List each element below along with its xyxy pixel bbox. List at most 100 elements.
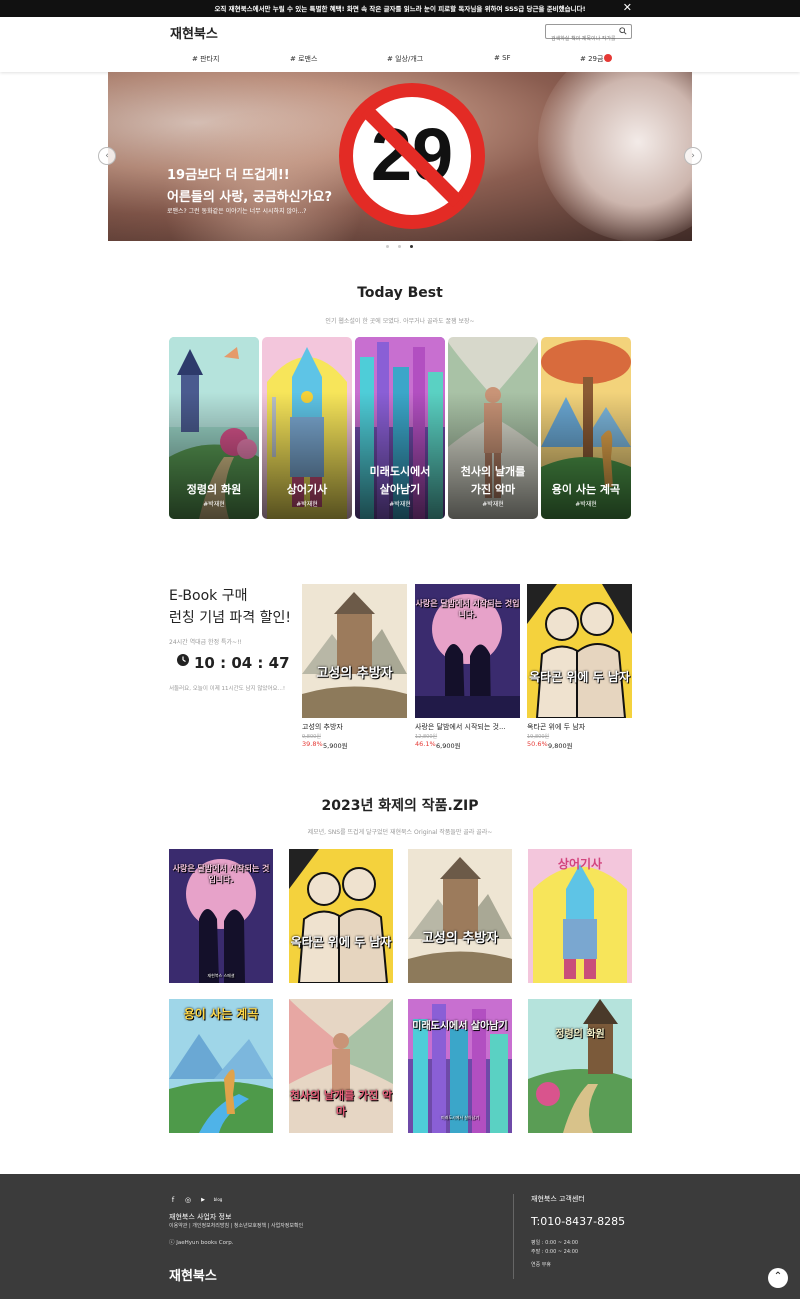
tab-29[interactable]: # 29금: [580, 54, 613, 64]
hours-weekend: 주말 : 0:00 ~ 24:00: [531, 1249, 579, 1255]
clock-icon: [177, 654, 189, 666]
card-author: #박재현: [575, 501, 597, 508]
search-box: [545, 24, 632, 45]
ebook-card-octagon[interactable]: 옥타곤 위에 두 남자 옥타곤 위에 두 남자 19,800원 50.6% 9,…: [527, 584, 632, 750]
card-title: 용이 사는 계곡: [551, 483, 621, 496]
footer-links[interactable]: 이용약관 | 개인정보처리방침 | 청소년보호정책 | 사업자정보확인: [169, 1222, 303, 1229]
tab-sf[interactable]: # SF: [494, 54, 511, 62]
site-logo[interactable]: 재현북스: [170, 23, 218, 42]
tab-fantasy[interactable]: # 판타지: [192, 54, 219, 64]
hero-next-button[interactable]: ›: [684, 147, 702, 165]
cover-title: 사랑은 달밤에서 시작되는 것입니다.: [415, 599, 520, 619]
holiday-info: 연중 무휴: [531, 1262, 551, 1268]
book-cover: 사랑은 달밤에서 시작되는 것입니다.: [415, 584, 520, 718]
cover-title: 옥타곤 위에 두 남자: [290, 935, 392, 949]
cover-title: 미래도시에서 살아남기: [412, 1021, 508, 1032]
today-best-title: Today Best: [357, 285, 443, 301]
hero-headline-1: 19금보다 더 뜨겁게!!: [167, 168, 290, 183]
slide-dot-active[interactable]: [410, 245, 413, 248]
original-price: 9,800원: [302, 734, 321, 740]
hot-book-spirit-garden[interactable]: 정령의 화원: [528, 999, 632, 1133]
card-title: 정령의 화원: [186, 483, 242, 496]
book-cover: 옥타곤 위에 두 남자: [527, 584, 632, 718]
notice-message: 오직 재현북스에서만 누릴 수 있는 특별한 혜택! 화면 속 작은 글자를 읽…: [214, 5, 586, 13]
blog-icon[interactable]: blog: [212, 1195, 224, 1205]
cover-title: 옥타곤 위에 두 남자: [529, 670, 630, 684]
ebook-card-castle-exile[interactable]: 고성의 추방자 고성의 추방자 9,800원 39.8% 5,900원: [302, 584, 407, 750]
best-card-dragon-valley[interactable]: 용이 사는 계곡 #박재현: [541, 337, 631, 519]
adult-badge-icon: [604, 54, 613, 62]
card-author: #박재현: [482, 501, 504, 508]
tab-29-label: # 29금: [580, 55, 604, 63]
card-title: 미래도시에서: [369, 465, 431, 478]
book-name: 사랑은 달밤에서 시작되는 것...: [415, 723, 506, 731]
best-card-angel-devil[interactable]: 천사의 날개를 가진 악마 #박재현: [448, 337, 538, 519]
hot-book-octagon[interactable]: 옥타곤 위에 두 남자: [289, 849, 393, 983]
ebook-card-moonlight-love[interactable]: 사랑은 달밤에서 시작되는 것입니다. 사랑은 달밤에서 시작되는 것... 1…: [415, 584, 520, 750]
hero-headline-2: 어른들의 사랑, 궁금하신가요?: [167, 190, 333, 205]
cover-title: 정령의 화원: [555, 1029, 605, 1040]
cover-title: 고성의 추방자: [316, 666, 393, 681]
best-card-spirit-garden[interactable]: 정령의 화원 #박재현: [169, 337, 259, 519]
instagram-icon[interactable]: ◎: [183, 1195, 193, 1205]
today-best-subtitle: 인기 웹소설이 한 곳에 모였다. 아무거나 골라도 꿀잼 보장~: [325, 318, 475, 325]
card-author: #박재현: [296, 501, 318, 508]
cover-title: 사랑은 달밤에서 시작되는 것입니다.: [172, 864, 270, 884]
card-title-line2: 가진 악마: [470, 483, 516, 496]
hot-book-dragon-valley[interactable]: 용이 사는 계곡: [169, 999, 273, 1133]
sale-price: 9,800원: [548, 742, 573, 750]
ebook-subtitle: 24시간 역대급 한정 특가~!!: [169, 639, 242, 646]
slide-dot[interactable]: [398, 245, 401, 248]
genre-nav: # 판타지 # 로맨스 # 일상/개그 # SF # 29금: [170, 54, 632, 66]
ebook-heading-2: 런칭 기념 파격 할인!: [169, 610, 292, 626]
cover-tag: 재현북스 스페셜: [207, 973, 235, 978]
search-icon[interactable]: [619, 27, 627, 35]
hot-book-future-city[interactable]: 미래도시에서 살아남기 미래도시에서 살아남기: [408, 999, 512, 1133]
sale-price: 5,900원: [323, 742, 348, 750]
ebook-note: 서둘러요, 오늘이 이제 11시간도 남지 않았어요...!: [169, 686, 286, 692]
slide-dot[interactable]: [386, 245, 389, 248]
card-author: #박재현: [203, 501, 225, 508]
hero-subtext: 로맨스? 그런 동화같은 이야기는 너무 시시하지 않아...?: [167, 208, 307, 215]
cover-title: 고성의 추방자: [421, 931, 499, 946]
book-name: 옥타곤 위에 두 남자: [527, 723, 586, 731]
footer-logo: 재현북스: [169, 1269, 217, 1284]
cover-title: 용이 사는 계곡: [183, 1007, 259, 1021]
footer-divider: [513, 1194, 514, 1279]
discount-rate: 39.8%: [302, 740, 323, 748]
facebook-icon[interactable]: f: [168, 1195, 178, 1205]
tab-daily-comedy[interactable]: # 일상/개그: [387, 54, 423, 64]
copyright: ⓒ JaeHyun books Corp.: [169, 1240, 234, 1246]
hours-weekday: 평일 : 0:00 ~ 24:00: [531, 1240, 579, 1246]
search-input[interactable]: [546, 33, 616, 45]
hot-works-title: 2023년 화제의 작품.ZIP: [321, 798, 479, 814]
hot-book-moonlight-love[interactable]: 사랑은 달밤에서 시작되는 것입니다. 재현북스 스페셜: [169, 849, 273, 983]
no-29-sign-icon: 29: [339, 83, 485, 229]
close-icon[interactable]: ✕: [623, 1, 632, 15]
cover-title: 천사의 날개를 가진 악마: [289, 1089, 393, 1118]
hero-banner[interactable]: 19금보다 더 뜨겁게!! 어른들의 사랑, 궁금하신가요? 로맨스? 그런 동…: [108, 72, 692, 241]
site-header: 재현북스 # 판타지 # 로맨스 # 일상/개그 # SF # 29금: [0, 17, 800, 72]
hot-works-subtitle: 제모년, SNS를 뜨겁게 달구었던 재현북스 Original 작품들만 골라…: [307, 829, 493, 836]
timer-value: 10 : 04 : 47: [194, 654, 290, 672]
card-title: 천사의 날개를: [460, 465, 526, 478]
scroll-top-button[interactable]: ⌃: [768, 1268, 788, 1288]
discount-rate: 50.6%: [527, 740, 548, 748]
hot-book-angel-devil[interactable]: 천사의 날개를 가진 악마: [289, 999, 393, 1133]
best-card-future-city[interactable]: 미래도시에서 살아남기 #박재현: [355, 337, 445, 519]
slide-indicator: [384, 245, 416, 249]
youtube-icon[interactable]: ▶: [198, 1195, 208, 1205]
original-price: 19,800원: [527, 734, 550, 740]
sale-price: 6,900원: [436, 742, 461, 750]
card-title-line2: 살아남기: [379, 483, 421, 496]
tab-romance[interactable]: # 로맨스: [290, 54, 317, 64]
book-name: 고성의 추방자: [302, 723, 343, 731]
hot-book-castle-exile[interactable]: 고성의 추방자: [408, 849, 512, 983]
ebook-heading: E-Book 구매: [169, 588, 248, 604]
best-card-shark-knight[interactable]: 상어기사 #박재현: [262, 337, 352, 519]
hero-prev-button[interactable]: ‹: [98, 147, 116, 165]
customer-center-phone: T:010-8437-8285: [531, 1215, 626, 1228]
hot-book-shark-knight[interactable]: 상어기사: [528, 849, 632, 983]
book-cover: 고성의 추방자: [302, 584, 407, 718]
business-info-title: 재현북스 사업자 정보: [169, 1213, 232, 1221]
